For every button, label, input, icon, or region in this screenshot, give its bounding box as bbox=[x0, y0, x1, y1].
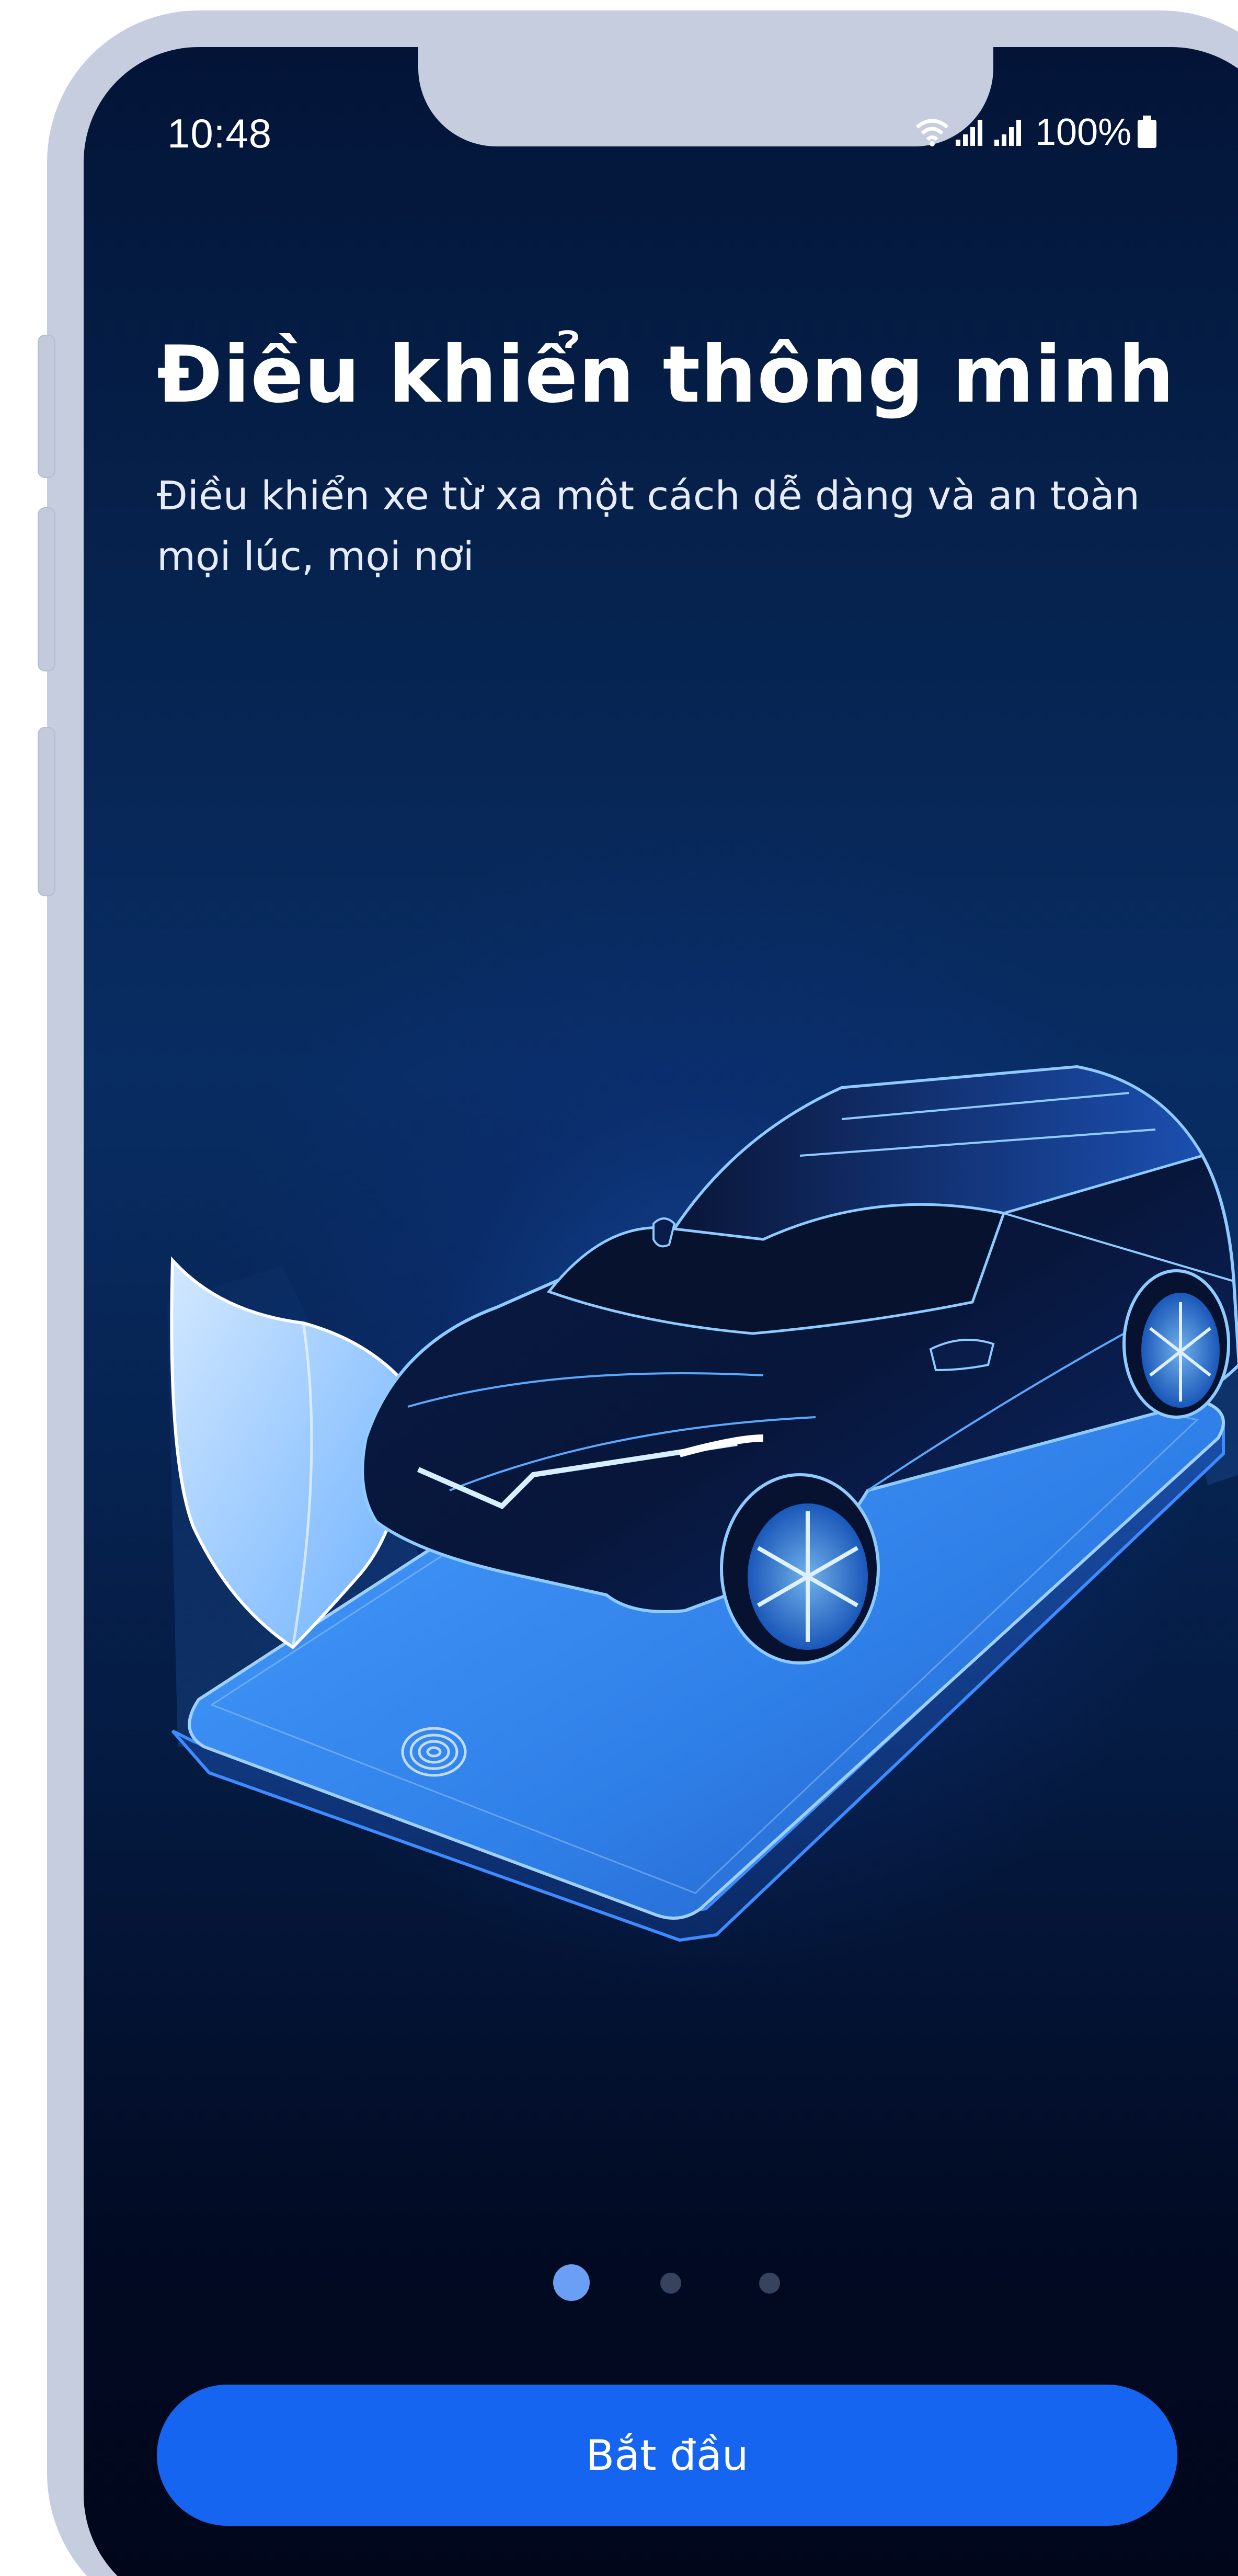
pagination-dot-active[interactable] bbox=[553, 2264, 590, 2301]
pagination-dot[interactable] bbox=[759, 2273, 780, 2294]
page-subtitle: Điều khiển xe từ xa một cách dễ dàng và … bbox=[157, 472, 1140, 579]
start-button[interactable]: Bắt đầu bbox=[157, 2385, 1177, 2526]
signal-icon bbox=[994, 120, 1021, 146]
battery-icon bbox=[1138, 116, 1157, 148]
page: 10:48 100% Điều khiển thông minh Điều kh… bbox=[0, 0, 1238, 2576]
signal-icon bbox=[956, 120, 982, 146]
page-title: Điều khiển thông minh bbox=[157, 329, 1175, 420]
status-icons: 100% bbox=[915, 109, 1157, 156]
notch bbox=[418, 47, 993, 146]
side-button bbox=[38, 727, 55, 896]
pagination-dots bbox=[84, 2264, 1238, 2306]
side-button bbox=[38, 507, 55, 671]
phone-screen: 10:48 100% Điều khiển thông minh Điều kh… bbox=[84, 47, 1238, 2576]
status-time: 10:48 bbox=[167, 110, 272, 156]
wifi-icon bbox=[915, 119, 949, 146]
side-button bbox=[38, 335, 55, 478]
pagination-dot[interactable] bbox=[660, 2273, 681, 2294]
onboarding-illustration bbox=[167, 1065, 1238, 1942]
battery-percent: 100% bbox=[1035, 111, 1132, 153]
